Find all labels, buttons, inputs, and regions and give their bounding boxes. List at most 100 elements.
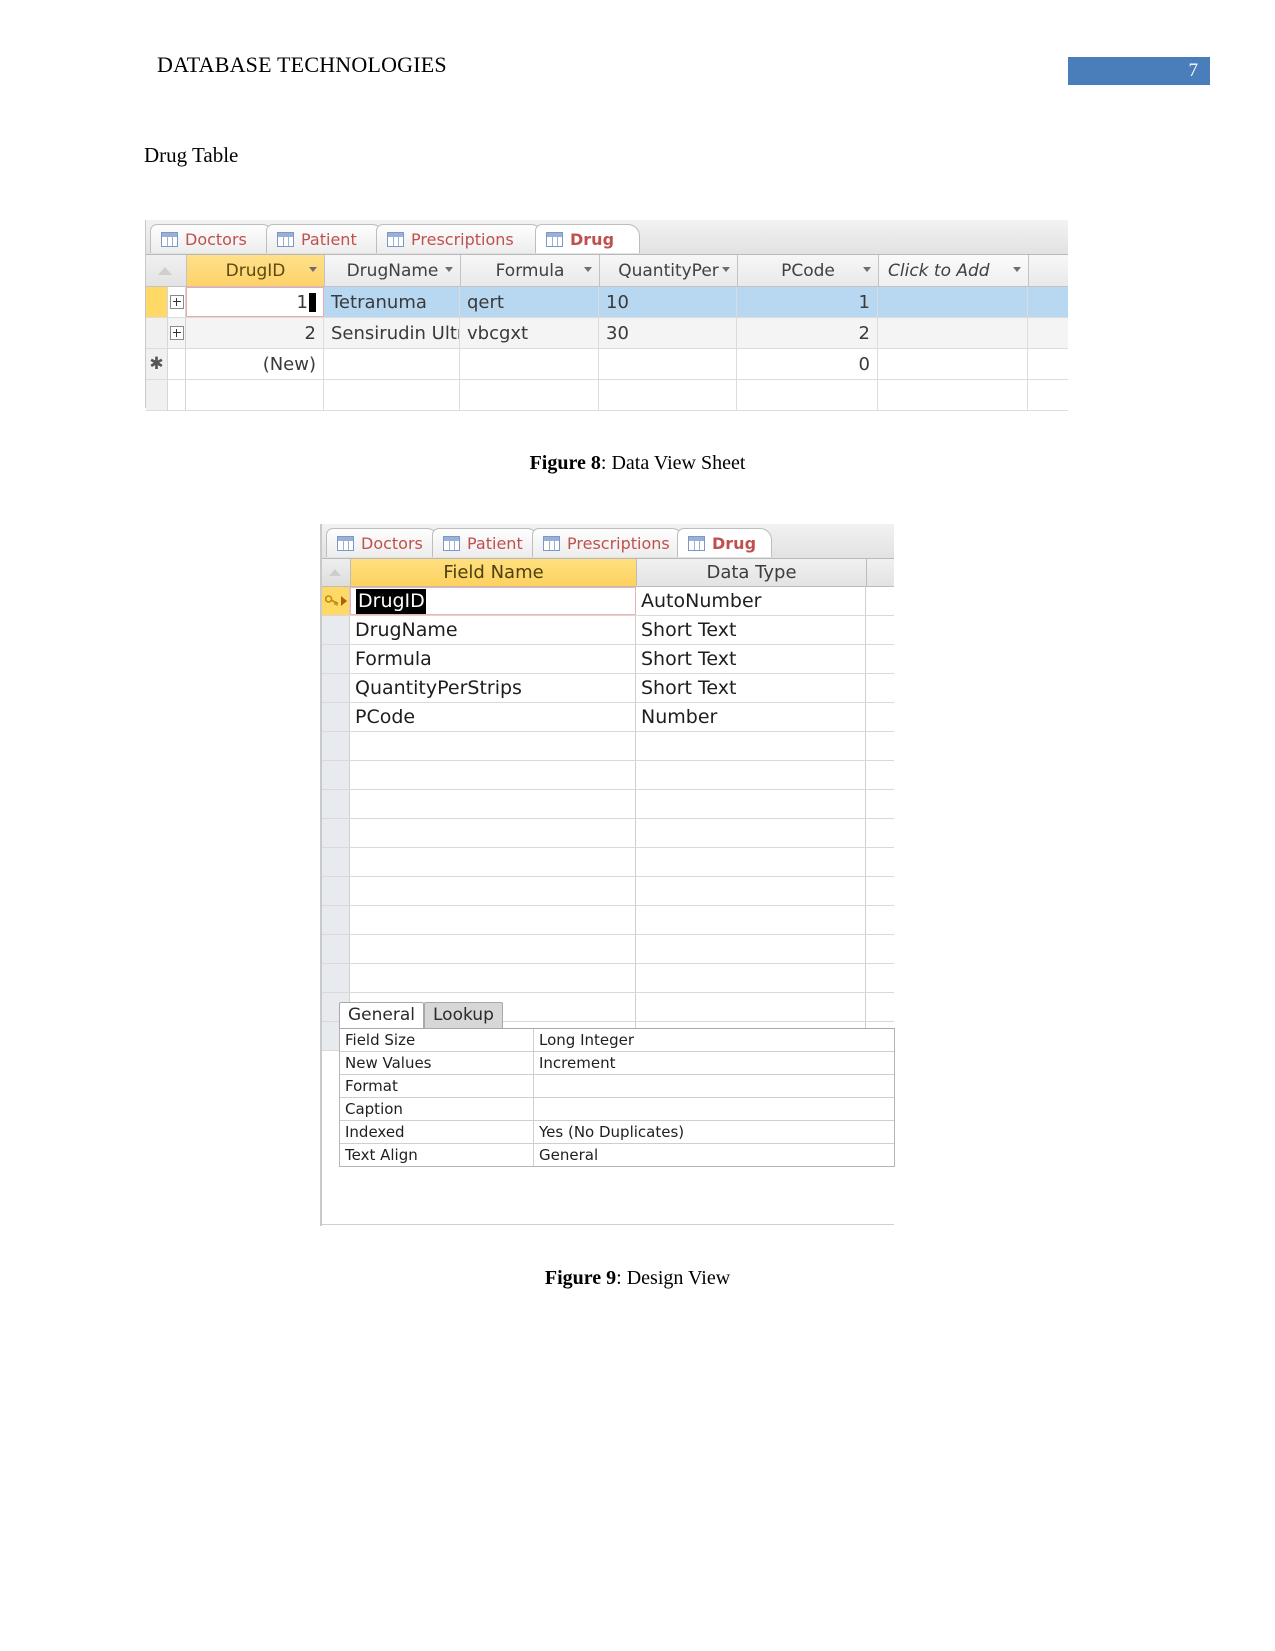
property-value[interactable]: Increment bbox=[534, 1052, 894, 1074]
cell-description[interactable] bbox=[866, 645, 893, 673]
tab-doctors[interactable]: Doctors bbox=[326, 528, 439, 557]
empty-field-row[interactable] bbox=[322, 877, 894, 906]
property-row[interactable]: Caption bbox=[340, 1098, 894, 1121]
cell-drugid-new[interactable]: (New) bbox=[186, 349, 324, 379]
field-row[interactable]: DrugID AutoNumber bbox=[322, 587, 894, 616]
cell-field-name[interactable] bbox=[350, 819, 636, 847]
cell-formula[interactable]: vbcgxt bbox=[460, 318, 599, 348]
row-selector[interactable] bbox=[146, 318, 168, 348]
row-selector[interactable] bbox=[322, 645, 350, 673]
cell-field-name[interactable] bbox=[350, 906, 636, 934]
cell-drugid[interactable]: 1 bbox=[186, 287, 324, 317]
cell-field-name[interactable] bbox=[350, 935, 636, 963]
cell-data-type[interactable]: Short Text bbox=[636, 674, 866, 702]
empty-field-row[interactable] bbox=[322, 761, 894, 790]
cell-formula[interactable]: qert bbox=[460, 287, 599, 317]
empty-field-row[interactable] bbox=[322, 819, 894, 848]
tab-drug[interactable]: Drug bbox=[535, 224, 640, 253]
cell-data-type[interactable] bbox=[636, 935, 866, 963]
column-header-quantityper[interactable]: QuantityPer bbox=[600, 255, 738, 286]
empty-field-row[interactable] bbox=[322, 732, 894, 761]
cell-data-type[interactable] bbox=[636, 964, 866, 992]
cell-data-type[interactable] bbox=[636, 906, 866, 934]
cell-drugname-new[interactable] bbox=[324, 349, 460, 379]
chevron-down-icon[interactable] bbox=[309, 267, 317, 272]
property-row[interactable]: Field Size Long Integer bbox=[340, 1029, 894, 1052]
cell-field-name[interactable] bbox=[350, 732, 636, 760]
row-selector[interactable] bbox=[322, 964, 350, 992]
chevron-down-icon[interactable] bbox=[1013, 267, 1021, 272]
row-selector[interactable] bbox=[322, 935, 350, 963]
property-row[interactable]: Text Align General bbox=[340, 1144, 894, 1166]
field-row[interactable]: PCode Number bbox=[322, 703, 894, 732]
empty-field-row[interactable] bbox=[322, 964, 894, 993]
cell-data-type[interactable] bbox=[636, 819, 866, 847]
cell-field-name[interactable] bbox=[350, 790, 636, 818]
empty-field-row[interactable] bbox=[322, 848, 894, 877]
chevron-down-icon[interactable] bbox=[584, 267, 592, 272]
cell-field-name[interactable] bbox=[350, 877, 636, 905]
property-value[interactable] bbox=[534, 1098, 894, 1120]
cell-description[interactable] bbox=[866, 848, 893, 876]
cell-field-name[interactable]: Formula bbox=[350, 645, 636, 673]
field-row[interactable]: Formula Short Text bbox=[322, 645, 894, 674]
cell-description[interactable] bbox=[866, 819, 893, 847]
row-selector[interactable] bbox=[322, 790, 350, 818]
tab-drug[interactable]: Drug bbox=[677, 528, 772, 557]
new-record-indicator[interactable]: ✱ bbox=[146, 349, 168, 379]
cell-data-type[interactable] bbox=[636, 877, 866, 905]
column-header-data-type[interactable]: Data Type bbox=[637, 559, 867, 586]
cell-description[interactable] bbox=[866, 703, 893, 731]
cell-field-name[interactable]: PCode bbox=[350, 703, 636, 731]
cell-pcode[interactable]: 2 bbox=[737, 318, 878, 348]
property-value[interactable] bbox=[534, 1075, 894, 1097]
tab-patient[interactable]: Patient bbox=[432, 528, 539, 557]
cell-drugname[interactable]: Sensirudin Ultr bbox=[324, 318, 460, 348]
cell-description[interactable] bbox=[866, 790, 893, 818]
tab-general[interactable]: General bbox=[339, 1002, 424, 1028]
cell-quantityper[interactable]: 10 bbox=[599, 287, 737, 317]
cell-data-type[interactable]: Short Text bbox=[636, 645, 866, 673]
expand-row-button[interactable] bbox=[168, 287, 186, 317]
tab-lookup[interactable]: Lookup bbox=[424, 1002, 503, 1028]
row-selector[interactable] bbox=[322, 732, 350, 760]
column-header-click-to-add[interactable]: Click to Add bbox=[879, 255, 1029, 286]
select-all-corner[interactable] bbox=[322, 559, 351, 586]
tab-prescriptions[interactable]: Prescriptions bbox=[376, 224, 543, 253]
chevron-down-icon[interactable] bbox=[863, 267, 871, 272]
row-selector[interactable] bbox=[322, 674, 350, 702]
cell-click-to-add[interactable] bbox=[878, 318, 1028, 348]
empty-field-row[interactable] bbox=[322, 906, 894, 935]
column-header-drugname[interactable]: DrugName bbox=[325, 255, 461, 286]
cell-quantityper[interactable]: 30 bbox=[599, 318, 737, 348]
row-selector[interactable] bbox=[322, 761, 350, 789]
select-all-corner[interactable] bbox=[146, 255, 187, 286]
cell-formula-new[interactable] bbox=[460, 349, 599, 379]
row-selector-primary-key[interactable] bbox=[322, 587, 350, 615]
row-selector[interactable] bbox=[322, 819, 350, 847]
table-row[interactable]: 1 Tetranuma qert 10 1 bbox=[146, 287, 1068, 318]
property-row[interactable]: Indexed Yes (No Duplicates) bbox=[340, 1121, 894, 1144]
cell-quantityper-new[interactable] bbox=[599, 349, 737, 379]
row-selector[interactable] bbox=[322, 906, 350, 934]
cell-description[interactable] bbox=[866, 616, 893, 644]
row-selector[interactable] bbox=[322, 848, 350, 876]
cell-description[interactable] bbox=[866, 587, 893, 615]
property-value[interactable]: Long Integer bbox=[534, 1029, 894, 1051]
chevron-down-icon[interactable] bbox=[445, 267, 453, 272]
field-row[interactable]: QuantityPerStrips Short Text bbox=[322, 674, 894, 703]
property-value[interactable]: General bbox=[534, 1144, 894, 1166]
cell-pcode[interactable]: 1 bbox=[737, 287, 878, 317]
cell-pcode-new[interactable]: 0 bbox=[737, 349, 878, 379]
cell-description[interactable] bbox=[866, 935, 893, 963]
cell-data-type[interactable]: Short Text bbox=[636, 616, 866, 644]
field-row[interactable]: DrugName Short Text bbox=[322, 616, 894, 645]
cell-field-name[interactable] bbox=[350, 964, 636, 992]
empty-field-row[interactable] bbox=[322, 935, 894, 964]
row-selector[interactable] bbox=[322, 616, 350, 644]
cell-field-name[interactable]: DrugName bbox=[350, 616, 636, 644]
expand-row-button[interactable] bbox=[168, 318, 186, 348]
cell-description[interactable] bbox=[866, 761, 893, 789]
column-header-drugid[interactable]: DrugID bbox=[187, 255, 325, 286]
cell-data-type[interactable] bbox=[636, 848, 866, 876]
